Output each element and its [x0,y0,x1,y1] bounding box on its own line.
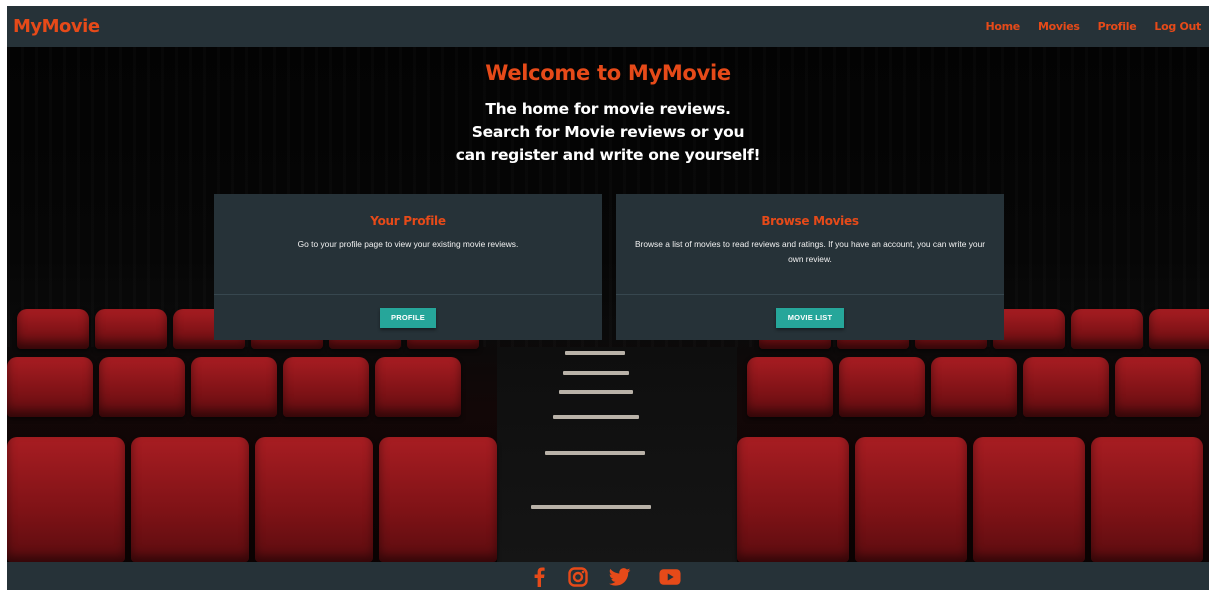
nav-home-link[interactable]: Home [985,20,1020,33]
page: MyMovie Home Movies Profile Log Out Welc… [7,6,1209,590]
seat [1115,357,1201,417]
facebook-icon[interactable] [528,566,550,588]
intro-text: The home for movie reviews. Search for M… [7,98,1209,167]
seat [283,357,369,417]
seat [1149,309,1209,349]
nav-profile-link[interactable]: Profile [1098,20,1137,33]
nav-logout-link[interactable]: Log Out [1154,20,1201,33]
aisle [497,347,737,562]
card-text: Browse a list of movies to read reviews … [634,239,986,264]
profile-button[interactable]: PROFILE [380,308,436,328]
seat [973,437,1085,562]
aisle-step [553,415,639,419]
twitter-icon[interactable] [609,566,631,588]
card-divider [214,294,602,295]
seat [7,357,93,417]
seat [379,437,497,562]
seat [931,357,1017,417]
instagram-icon[interactable] [567,566,589,588]
profile-card: Your Profile Go to your profile page to … [214,194,602,340]
card-divider [616,294,1004,295]
brand-logo[interactable]: MyMovie [13,16,100,37]
aisle-step [559,390,633,394]
curtain [7,47,1209,347]
seat [855,437,967,562]
seat [1091,437,1203,562]
card-title: Browse Movies [761,214,859,228]
aisle-step [563,371,629,375]
seat-row [7,357,467,417]
page-title: Welcome to MyMovie [485,61,731,85]
nav-movies-link[interactable]: Movies [1038,20,1080,33]
card-title: Your Profile [370,214,446,228]
seat [1071,309,1143,349]
seat [95,309,167,349]
aisle-step [565,351,625,355]
seat [131,437,249,562]
seat [747,357,833,417]
seat [255,437,373,562]
intro-line: Search for Movie reviews or you [471,123,745,141]
seat [7,437,125,562]
seat [191,357,277,417]
seat [737,437,849,562]
card-text: Go to your profile page to view your exi… [297,239,519,249]
aisle-step [545,451,645,455]
seat-row [7,437,503,562]
seat-row [737,437,1209,562]
footer [7,562,1209,590]
seat [99,357,185,417]
youtube-icon[interactable] [659,566,681,588]
seat [375,357,461,417]
intro-line: can register and write one yourself! [455,146,761,164]
seat-row [747,357,1207,417]
intro-line: The home for movie reviews. [485,100,731,118]
movie-list-button[interactable]: MOVIE LIST [776,308,844,328]
seat [839,357,925,417]
seat [1023,357,1109,417]
nav-links: Home Movies Profile Log Out [985,20,1209,33]
browse-movies-card: Browse Movies Browse a list of movies to… [616,194,1004,340]
navbar: MyMovie Home Movies Profile Log Out [7,6,1209,47]
seat [17,309,89,349]
aisle-step [531,505,651,509]
